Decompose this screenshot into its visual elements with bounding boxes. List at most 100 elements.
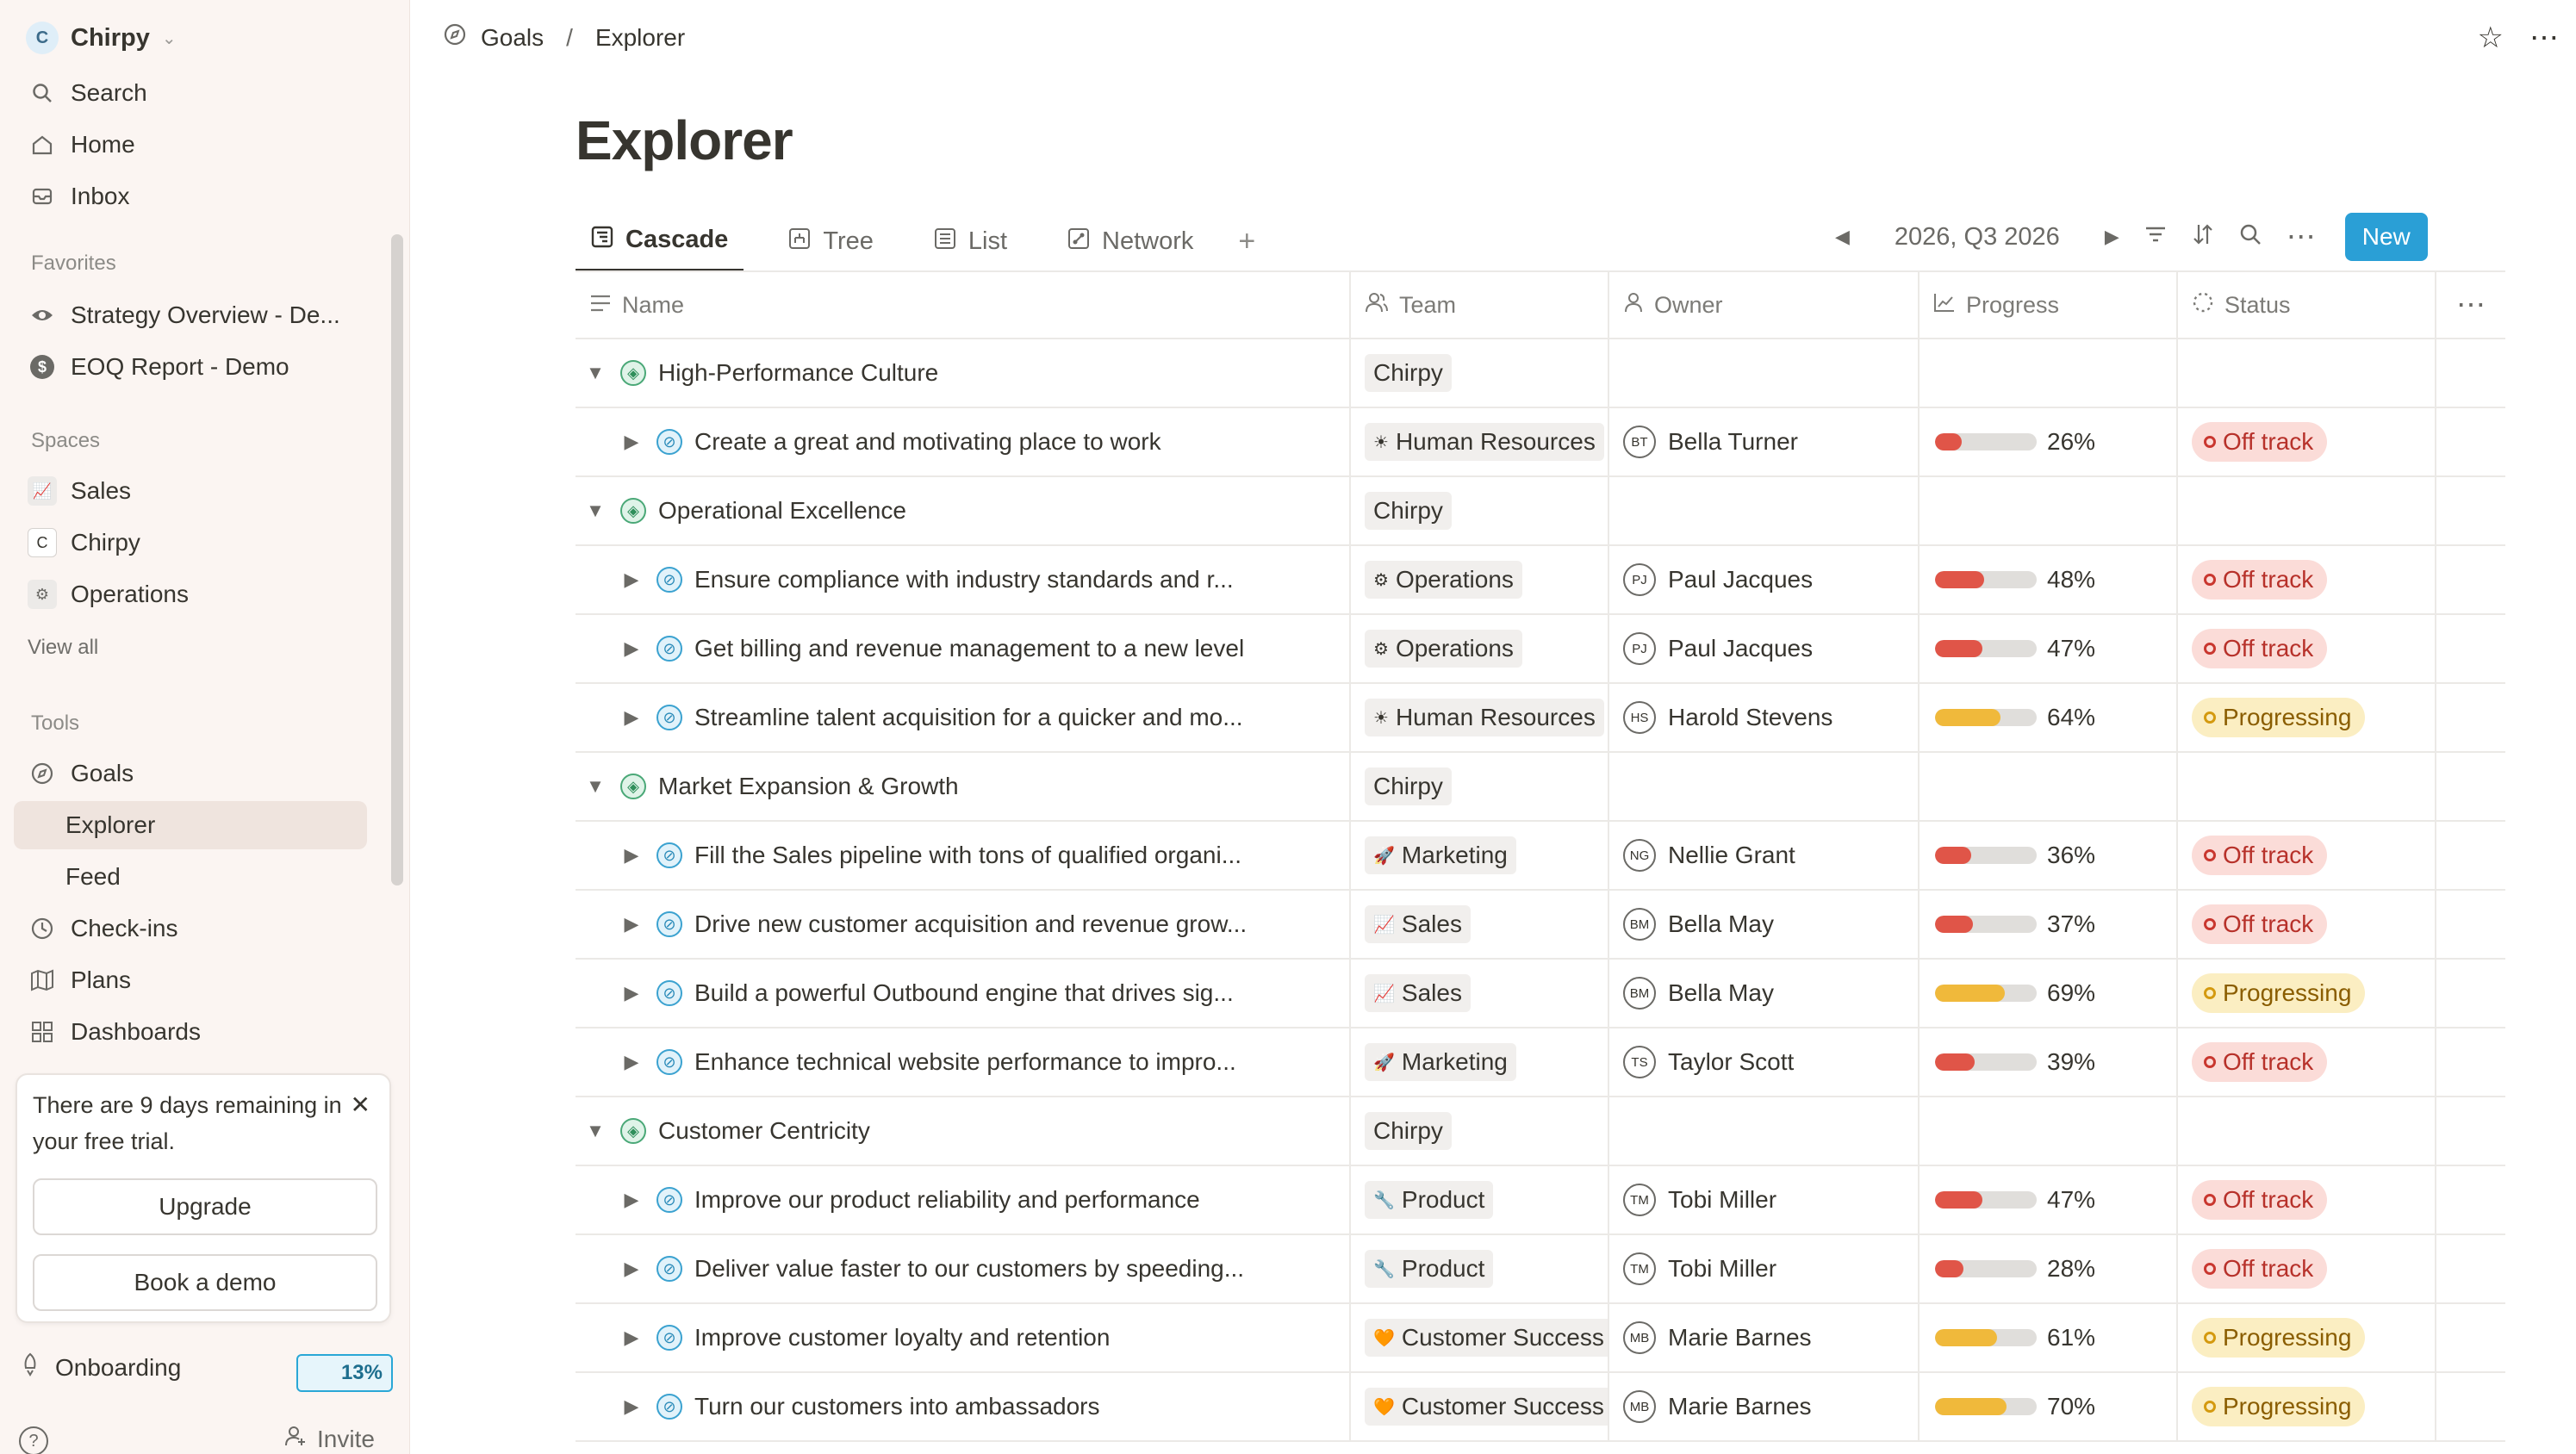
expand-caret-icon[interactable]: ▶ xyxy=(619,1051,644,1073)
goal-name[interactable]: Streamline talent acquisition for a quic… xyxy=(694,704,1243,731)
sidebar-item-explorer[interactable]: Explorer xyxy=(14,801,367,849)
goal-name[interactable]: Improve customer loyalty and retention xyxy=(694,1324,1110,1351)
column-header-progress[interactable]: Progress xyxy=(1920,272,2178,338)
owner[interactable]: BT Bella Turner xyxy=(1623,426,1798,458)
collapse-caret-icon[interactable]: ▼ xyxy=(582,775,608,798)
status-badge[interactable]: Progressing xyxy=(2192,973,2366,1013)
table-row[interactable]: ▶ ⊘ Build a powerful Outbound engine that … xyxy=(576,960,2505,1028)
sidebar-item-home[interactable]: Home xyxy=(14,121,367,169)
team-chip[interactable]: 📈 Sales xyxy=(1365,974,1471,1012)
expand-caret-icon[interactable]: ▶ xyxy=(619,1189,644,1211)
owner[interactable]: MB Marie Barnes xyxy=(1623,1390,1812,1423)
table-row[interactable]: ▶ ⊘ Improve our product reliability and pe… xyxy=(576,1166,2505,1235)
status-badge[interactable]: Off track xyxy=(2192,560,2328,600)
tab-list[interactable]: List xyxy=(918,210,1023,272)
tab-network[interactable]: Network xyxy=(1052,210,1209,272)
status-badge[interactable]: Off track xyxy=(2192,904,2328,944)
table-row[interactable]: ▶ ⊘ Turn our customers into ambassadors 🧡 Cu… xyxy=(576,1373,2505,1442)
more-icon[interactable]: ⋯ xyxy=(2529,21,2559,55)
star-icon[interactable]: ☆ xyxy=(2478,21,2504,55)
expand-caret-icon[interactable]: ▶ xyxy=(619,982,644,1004)
table-row[interactable]: ▶ ⊘ Improve customer loyalty and retention… xyxy=(576,1304,2505,1373)
collapse-caret-icon[interactable]: ▼ xyxy=(582,500,608,522)
expand-caret-icon[interactable]: ▶ xyxy=(619,706,644,729)
onboarding-link[interactable]: Onboarding xyxy=(19,1352,181,1383)
owner[interactable]: TM Tobi Miller xyxy=(1623,1184,1776,1216)
breadcrumb-goals[interactable]: Goals xyxy=(481,24,544,52)
filter-icon[interactable] xyxy=(2144,223,2168,251)
sidebar-item-operations[interactable]: ⚙ Operations xyxy=(14,570,367,618)
team-chip[interactable]: 📈 Sales xyxy=(1365,905,1471,943)
goal-name[interactable]: Drive new customer acquisition and reven… xyxy=(694,910,1247,938)
status-badge[interactable]: Off track xyxy=(2192,1042,2328,1082)
sidebar-item-plans[interactable]: Plans xyxy=(14,956,367,1004)
goal-name[interactable]: Enhance technical website performance to… xyxy=(694,1048,1236,1076)
owner[interactable]: HS Harold Stevens xyxy=(1623,701,1832,734)
sidebar-item-eoq-report[interactable]: $ EOQ Report - Demo xyxy=(14,343,367,391)
goal-name[interactable]: Market Expansion & Growth xyxy=(658,773,959,800)
status-badge[interactable]: Off track xyxy=(2192,1249,2328,1289)
search-icon[interactable] xyxy=(2238,222,2262,252)
prev-period-icon[interactable]: ◀ xyxy=(1835,226,1850,248)
goal-group-row[interactable]: ▼ ◈ Customer Centricity Chirpy xyxy=(576,1097,2505,1166)
collapse-caret-icon[interactable]: ▼ xyxy=(582,362,608,384)
workspace-switcher[interactable]: C Chirpy ⌄ xyxy=(26,19,177,57)
owner[interactable]: BM Bella May xyxy=(1623,908,1774,941)
team-chip[interactable]: ⚙ Operations xyxy=(1365,561,1522,599)
status-badge[interactable]: Off track xyxy=(2192,1180,2328,1220)
goal-name[interactable]: Customer Centricity xyxy=(658,1117,870,1145)
breadcrumb-explorer[interactable]: Explorer xyxy=(595,24,685,52)
team-chip[interactable]: Chirpy xyxy=(1365,1112,1452,1150)
help-icon[interactable]: ? xyxy=(19,1426,48,1454)
status-badge[interactable]: Progressing xyxy=(2192,1318,2366,1358)
sidebar-item-strategy-overview[interactable]: Strategy Overview - De... xyxy=(14,291,367,339)
upgrade-button[interactable]: Upgrade xyxy=(33,1178,377,1235)
goal-name[interactable]: Deliver value faster to our customers by… xyxy=(694,1255,1244,1283)
status-badge[interactable]: Off track xyxy=(2192,629,2328,668)
expand-caret-icon[interactable]: ▶ xyxy=(619,844,644,867)
expand-caret-icon[interactable]: ▶ xyxy=(619,1327,644,1349)
table-row[interactable]: ▶ ⊘ Fill the Sales pipeline with tons of q… xyxy=(576,822,2505,891)
goal-name[interactable]: Operational Excellence xyxy=(658,497,906,525)
sidebar-item-dashboards[interactable]: Dashboards xyxy=(14,1008,367,1056)
table-row[interactable]: ▶ ⊘ Ensure compliance with industry standa… xyxy=(576,546,2505,615)
status-badge[interactable]: Progressing xyxy=(2192,1387,2366,1426)
goal-name[interactable]: Create a great and motivating place to w… xyxy=(694,428,1161,456)
team-chip[interactable]: 🔧 Product xyxy=(1365,1250,1494,1288)
table-row[interactable]: ▶ ⊘ Create a great and motivating place to… xyxy=(576,408,2505,477)
column-header-team[interactable]: Team xyxy=(1351,272,1609,338)
owner[interactable]: TS Taylor Scott xyxy=(1623,1046,1794,1078)
column-header-status[interactable]: Status xyxy=(2178,272,2436,338)
goal-name[interactable]: Get billing and revenue management to a … xyxy=(694,635,1244,662)
next-period-icon[interactable]: ▶ xyxy=(2105,226,2119,248)
team-chip[interactable]: ⚙ Operations xyxy=(1365,630,1522,668)
expand-caret-icon[interactable]: ▶ xyxy=(619,569,644,591)
goal-name[interactable]: Ensure compliance with industry standard… xyxy=(694,566,1234,593)
team-chip[interactable]: Chirpy xyxy=(1365,354,1452,392)
team-chip[interactable]: 🧡 Customer Success xyxy=(1365,1319,1608,1357)
owner[interactable]: BM Bella May xyxy=(1623,977,1774,1010)
owner[interactable]: PJ Paul Jacques xyxy=(1623,563,1813,596)
sort-icon[interactable] xyxy=(2192,222,2214,252)
goal-name[interactable]: Fill the Sales pipeline with tons of qua… xyxy=(694,842,1241,869)
owner[interactable]: NG Nellie Grant xyxy=(1623,839,1795,872)
team-chip[interactable]: 🧡 Customer Success xyxy=(1365,1388,1608,1426)
goal-group-row[interactable]: ▼ ◈ High-Performance Culture Chirpy xyxy=(576,339,2505,408)
tab-cascade[interactable]: Cascade xyxy=(576,210,744,272)
goal-name[interactable]: Build a powerful Outbound engine that dr… xyxy=(694,979,1234,1007)
column-header-name[interactable]: Name xyxy=(576,272,1351,338)
owner[interactable]: TM Tobi Miller xyxy=(1623,1252,1776,1285)
sidebar-item-chirpy[interactable]: C Chirpy xyxy=(14,519,367,567)
table-row[interactable]: ▶ ⊘ Get billing and revenue management to … xyxy=(576,615,2505,684)
invite-button[interactable]: Invite xyxy=(284,1425,375,1453)
column-options[interactable]: ⋯ xyxy=(2436,272,2505,338)
collapse-caret-icon[interactable]: ▼ xyxy=(582,1120,608,1142)
view-all-link[interactable]: View all xyxy=(28,636,98,660)
sidebar-item-check-ins[interactable]: Check-ins xyxy=(14,904,367,953)
table-row[interactable]: ▶ ⊘ Deliver value faster to our customers … xyxy=(576,1235,2505,1304)
team-chip[interactable]: 🚀 Marketing xyxy=(1365,1043,1516,1081)
expand-caret-icon[interactable]: ▶ xyxy=(619,913,644,935)
team-chip[interactable]: 🚀 Marketing xyxy=(1365,836,1516,874)
goal-group-row[interactable]: ▼ ◈ Market Expansion & Growth Chirpy xyxy=(576,753,2505,822)
goal-group-row[interactable]: ▼ ◈ Operational Excellence Chirpy xyxy=(576,477,2505,546)
